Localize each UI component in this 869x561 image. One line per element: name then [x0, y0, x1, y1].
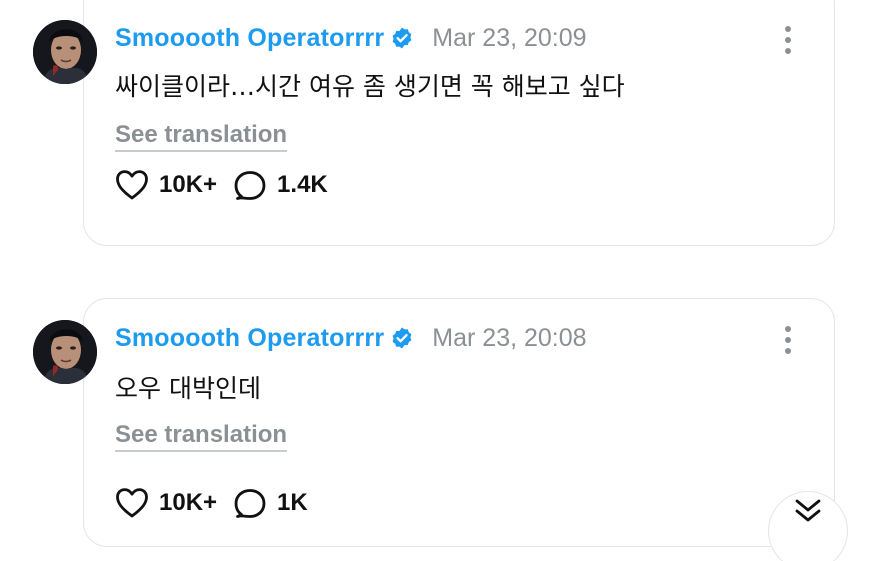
see-translation-link[interactable]: See translation: [115, 421, 288, 452]
like-count: 10K+: [159, 489, 218, 516]
more-vertical-icon[interactable]: [782, 25, 794, 55]
author-name[interactable]: Smooooth Operatorrrr: [115, 24, 384, 53]
like-count: 10K+: [159, 171, 218, 198]
reply-bubble-icon: [233, 487, 267, 519]
verified-badge-icon: [390, 326, 414, 350]
reply-count: 1K: [277, 489, 308, 516]
post-actions: 10K+ 1.4K: [115, 167, 344, 203]
double-chevron-down-icon: [793, 498, 823, 528]
reply-bubble-icon: [233, 169, 267, 201]
post-text: 싸이클이라…시간 여유 좀 생기면 꼭 해보고 싶다: [115, 72, 625, 101]
post-actions: 10K+ 1K: [115, 485, 324, 521]
heart-icon: [115, 487, 149, 519]
like-button[interactable]: 10K+: [115, 169, 217, 201]
feed: Smooooth Operatorrrr Mar 23, 20:09 싸이클이라…: [0, 0, 869, 561]
avatar[interactable]: [33, 320, 97, 384]
avatar[interactable]: [33, 20, 97, 84]
reply-count: 1.4K: [277, 171, 328, 198]
verified-badge-icon: [390, 26, 414, 50]
post-card[interactable]: Smooooth Operatorrrr Mar 23, 20:09 싸이클이라…: [83, 0, 835, 246]
reply-button[interactable]: 1.4K: [233, 169, 328, 201]
scroll-down-button[interactable]: [768, 491, 848, 561]
post-timestamp[interactable]: Mar 23, 20:09: [432, 24, 586, 53]
post-header: Smooooth Operatorrrr Mar 23, 20:08: [115, 321, 587, 355]
post-card[interactable]: Smooooth Operatorrrr Mar 23, 20:08 오우 대박…: [83, 298, 835, 547]
heart-icon: [115, 169, 149, 201]
see-translation-link[interactable]: See translation: [115, 121, 288, 152]
author-name[interactable]: Smooooth Operatorrrr: [115, 324, 384, 353]
post-timestamp[interactable]: Mar 23, 20:08: [432, 324, 586, 353]
post-header: Smooooth Operatorrrr Mar 23, 20:09: [115, 21, 587, 55]
more-vertical-icon[interactable]: [782, 325, 794, 355]
reply-button[interactable]: 1K: [233, 487, 308, 519]
like-button[interactable]: 10K+: [115, 487, 217, 519]
post-text: 오우 대박인데: [115, 374, 261, 403]
